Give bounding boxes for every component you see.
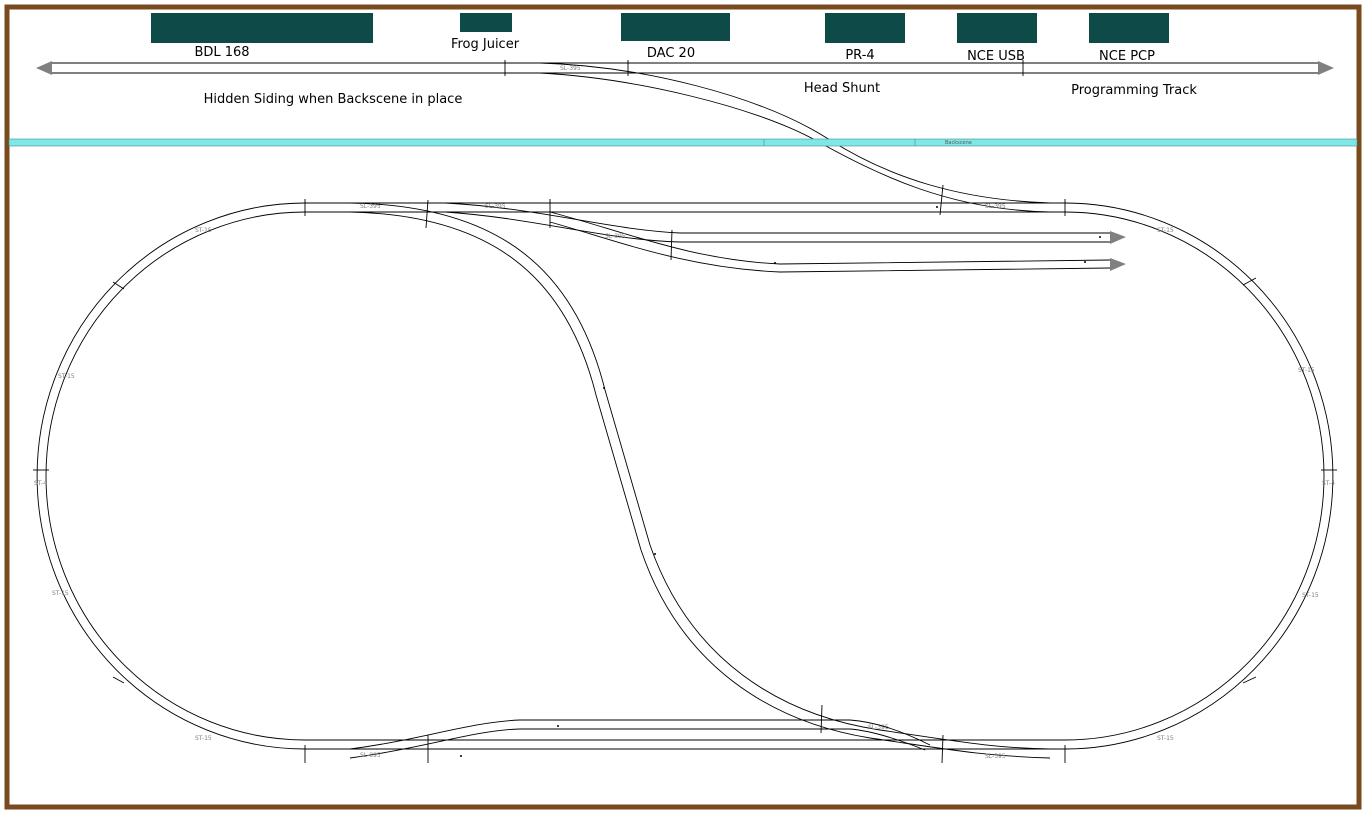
curve-label-r2: ST-15 <box>1302 592 1319 599</box>
top-point-label: SL-395 <box>560 65 581 72</box>
nce-usb-label: NCE USB <box>967 49 1025 64</box>
point-label-6: SL-395 <box>985 203 1006 210</box>
straight-label-l: ST-4 <box>34 480 47 487</box>
dac-20-label: DAC 20 <box>647 46 695 61</box>
point-label-5: SL-395 <box>605 233 626 240</box>
bdl-168-block[interactable] <box>151 13 373 43</box>
baseboard-frame <box>4 4 1362 810</box>
nce-pcp-label: NCE PCP <box>1099 49 1155 64</box>
curve-label-l1: ST-15 <box>58 373 75 380</box>
programming-track-label: Programming Track <box>1071 83 1197 98</box>
pr-4-block[interactable] <box>825 13 905 43</box>
head-shunt-label: Head Shunt <box>804 81 880 96</box>
curve-label-r1: ST-15 <box>1298 367 1315 374</box>
point-label-1: SL-395 <box>360 203 381 210</box>
straight-label-r: ST-4 <box>1322 480 1335 487</box>
dac-20-block[interactable] <box>621 13 730 41</box>
track-plan: BDL 168 Frog Juicer DAC 20 PR-4 NCE USB … <box>0 0 1366 816</box>
curve-label-tl: ST-15 <box>195 227 212 234</box>
point-label-4: SL-395 <box>485 203 506 210</box>
point-label-7: SL-395 <box>360 752 381 759</box>
bdl-168-label: BDL 168 <box>194 45 249 60</box>
nce-usb-block[interactable] <box>957 13 1037 43</box>
curve-label-bl: ST-15 <box>195 735 212 742</box>
curve-label-l2: ST-15 <box>52 590 69 597</box>
hidden-siding-label: Hidden Siding when Backscene in place <box>204 92 463 107</box>
layout-canvas: BDL 168 Frog Juicer DAC 20 PR-4 NCE USB … <box>4 4 1362 810</box>
pr-4-label: PR-4 <box>845 48 874 63</box>
backscene-bar: Backscene <box>8 138 1358 147</box>
frog-juicer-block[interactable] <box>460 13 512 32</box>
nce-pcp-block[interactable] <box>1089 13 1169 43</box>
frog-juicer-label: Frog Juicer <box>451 37 520 52</box>
curve-label-br: ST-15 <box>1157 735 1174 742</box>
point-label-3: SL-395 <box>985 753 1006 760</box>
curve-label-tr: ST-15 <box>1157 227 1174 234</box>
backscene-label: Backscene <box>945 140 972 146</box>
